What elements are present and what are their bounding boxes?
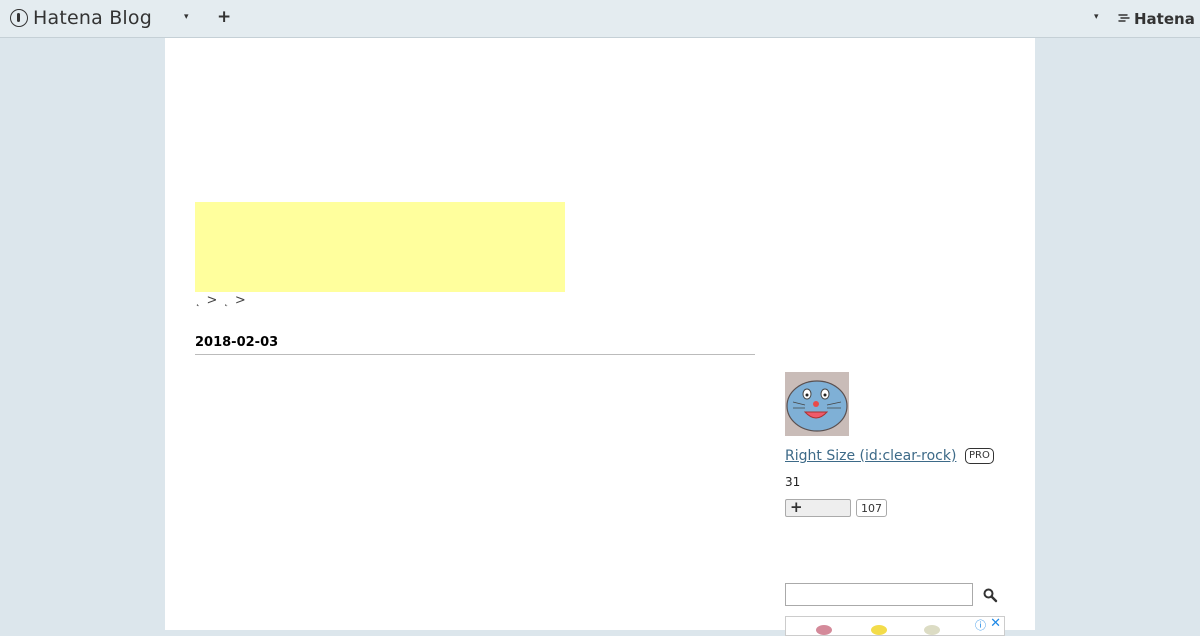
blog-menu-dropdown-icon[interactable]: ▾ <box>184 12 189 22</box>
ad-banner[interactable] <box>195 202 565 292</box>
hatena-blog-logo-icon <box>10 9 28 27</box>
plus-icon: + <box>790 498 803 516</box>
search-icon[interactable] <box>982 587 998 603</box>
add-icon[interactable]: + <box>217 7 231 27</box>
readers-count: 31 <box>785 475 801 489</box>
search-input[interactable] <box>785 583 973 606</box>
avatar[interactable] <box>785 372 849 436</box>
breadcrumb-item-icon[interactable]: ˛ <box>223 294 229 307</box>
main-container: ˛ > ˛ > 2018-02-03 Right Size (id:clear-… <box>165 38 1035 636</box>
brand-name: Hatena Blog <box>33 7 152 29</box>
hatena-link[interactable]: Hatena <box>1118 10 1195 28</box>
breadcrumb: ˛ > ˛ > <box>195 293 246 308</box>
breadcrumb-item-icon[interactable]: ˛ <box>195 294 201 307</box>
close-icon[interactable]: ✕ <box>990 617 1001 631</box>
entry-date[interactable]: 2018-02-03 <box>195 335 755 355</box>
subscribe-button[interactable]: + <box>785 498 851 517</box>
subscriber-count: 107 <box>856 499 887 517</box>
ad-image <box>924 625 940 635</box>
pro-badge: PRO <box>965 448 994 464</box>
hatena-label: Hatena <box>1134 10 1195 28</box>
hatena-blog-logo[interactable]: Hatena Blog <box>10 6 152 30</box>
breadcrumb-separator: > <box>234 293 246 308</box>
ad-info-icon[interactable]: ⓘ <box>975 617 986 633</box>
global-header: Hatena Blog ▾ + ▾ Hatena <box>0 0 1200 38</box>
account-dropdown-icon[interactable]: ▾ <box>1094 12 1099 22</box>
ad-image <box>816 625 832 635</box>
breadcrumb-separator: > <box>206 293 218 308</box>
ad-image <box>871 625 887 635</box>
hatena-mark-icon <box>1118 12 1131 26</box>
profile-link[interactable]: Right Size (id:clear-rock) <box>785 448 956 464</box>
sidebar-ad[interactable]: ⓘ ✕ <box>785 616 1005 636</box>
